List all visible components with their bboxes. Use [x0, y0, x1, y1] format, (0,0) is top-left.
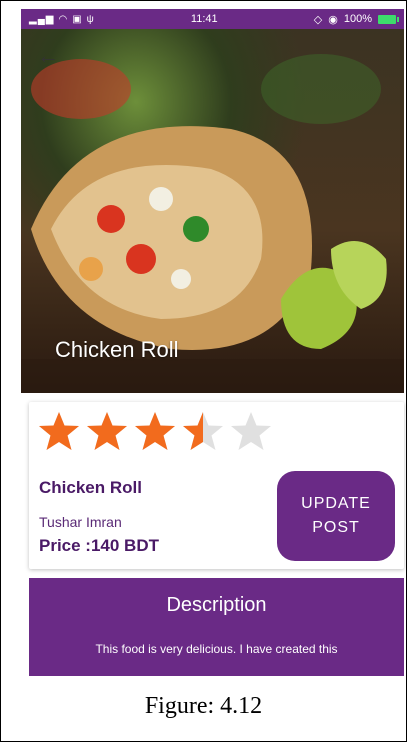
hero-title: Chicken Roll — [55, 337, 179, 362]
signal-icon: ▂▄▆ — [29, 13, 55, 25]
wifi-icon: ◠ — [58, 13, 69, 25]
star-icon[interactable] — [181, 410, 225, 452]
figure-frame: ▂▄▆ ◠ ▣ ψ 11:41 ◇ ◉ 100% ← Chicken Roll … — [0, 0, 407, 742]
status-time: 11:41 — [190, 13, 218, 25]
description-panel: Description This food is very delicious.… — [29, 578, 404, 676]
star-icon[interactable] — [133, 410, 177, 452]
status-icons-left: ▂▄▆ ◠ ▣ ψ — [29, 14, 95, 25]
battery-icon — [377, 14, 399, 24]
star-icon[interactable] — [37, 410, 81, 452]
item-price: Price :140 BDT — [39, 536, 159, 555]
description-overflow: · · · · · · · · · · · · · · · · — [29, 670, 404, 676]
notification-icon: ▣ — [72, 13, 83, 25]
item-card: Chicken Roll Tushar Imran Price :140 BDT… — [29, 402, 404, 569]
usb-icon: ψ — [86, 13, 95, 25]
figure-caption: Figure: 4.12 — [144, 693, 263, 719]
star-icon[interactable] — [85, 410, 129, 452]
author-name: Tushar Imran — [39, 514, 122, 530]
description-text: This food is very delicious. I have crea… — [95, 642, 338, 656]
eye-icon: ◉ — [328, 13, 338, 26]
item-name: Chicken Roll — [39, 478, 142, 497]
back-arrow-icon[interactable]: ← — [37, 45, 59, 67]
description-heading: Description — [166, 594, 267, 616]
alarm-icon: ◇ — [313, 13, 323, 26]
status-bar: ▂▄▆ ◠ ▣ ψ 11:41 ◇ ◉ 100% — [21, 9, 404, 29]
star-icon[interactable] — [229, 410, 273, 452]
rating-stars[interactable] — [37, 410, 273, 452]
battery-percent: 100% — [343, 13, 372, 25]
food-image: ← Chicken Roll — [21, 29, 404, 393]
update-post-button[interactable]: UPDATE POST — [277, 471, 395, 561]
status-icons-right: ◇ ◉ 100% — [313, 13, 399, 26]
